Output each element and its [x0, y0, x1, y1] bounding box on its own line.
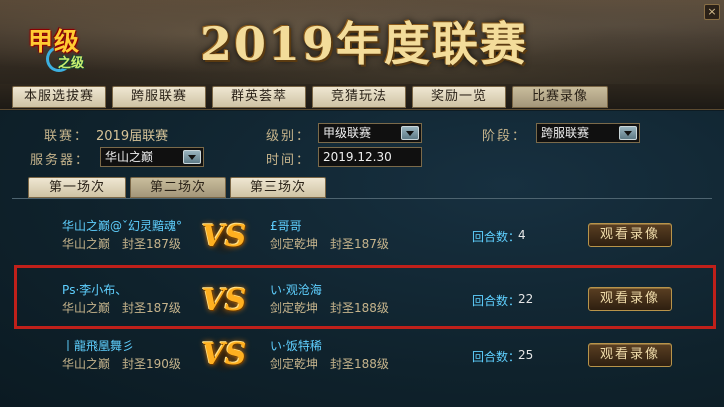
vs-text: VS	[201, 337, 247, 372]
league-value: 2019届联赛	[96, 129, 169, 144]
left-player-server: 华山之巅	[62, 301, 111, 315]
stage-select[interactable]: 跨服联赛	[536, 123, 640, 143]
server-select[interactable]: 华山之巅	[100, 147, 204, 167]
tab-round-2[interactable]: 第二场次	[130, 177, 226, 198]
tab-cross-server-league[interactable]: 跨服联赛	[112, 86, 206, 108]
left-player-level: 封圣187级	[122, 301, 181, 315]
chevron-down-icon[interactable]	[619, 126, 637, 140]
rounds-value: 4	[518, 228, 526, 242]
rounds-value: 22	[518, 292, 534, 306]
right-player-level: 封圣187级	[330, 237, 389, 251]
logo-sub-text: 之级	[58, 56, 85, 71]
tab-local-selection[interactable]: 本服选拔赛	[12, 86, 106, 108]
left-player-server: 华山之巅	[62, 237, 111, 251]
rounds-value: 25	[518, 348, 534, 362]
watch-replay-button[interactable]: 观看录像	[588, 223, 672, 247]
tab-betting[interactable]: 竞猜玩法	[312, 86, 406, 108]
rounds-label: 回合数：	[472, 230, 521, 244]
right-player-name: い·饭特稀	[270, 339, 322, 353]
watch-replay-button[interactable]: 观看录像	[588, 287, 672, 311]
right-player-server: 剑定乾坤	[270, 237, 319, 251]
right-player-server: 剑定乾坤	[270, 301, 319, 315]
vs-text: VS	[201, 219, 247, 254]
vs-text: VS	[201, 283, 247, 318]
left-player-name: Ρs·李小布、	[62, 283, 128, 297]
level-select[interactable]: 甲级联赛	[318, 123, 422, 143]
rounds-label: 回合数：	[472, 294, 521, 308]
right-player-name: £哥哥	[270, 219, 302, 233]
date-field[interactable]: 2019.12.30	[318, 147, 422, 167]
left-player-level: 封圣190级	[122, 357, 181, 371]
league-logo: 甲级 之级	[28, 22, 120, 72]
chevron-down-icon[interactable]	[183, 150, 201, 164]
right-player-level: 封圣188级	[330, 301, 389, 315]
stage-label: 阶段：	[482, 129, 528, 144]
server-select-value: 华山之巅	[105, 150, 154, 164]
match-row: 丨龍飛凰舞彡 华山之巅 封圣190级 VS い·饭特稀 剑定乾坤 封圣188级 …	[14, 331, 710, 391]
main-tab-bar: 本服选拔赛 跨服联赛 群英荟萃 竞猜玩法 奖励一览 比赛录像	[0, 84, 724, 110]
close-button[interactable]: ×	[704, 4, 720, 20]
match-row: 华山之巅@ˇ幻灵黯魂° 华山之巅 封圣187级 VS £哥哥 剑定乾坤 封圣18…	[14, 203, 710, 263]
tab-match-replays[interactable]: 比赛录像	[512, 86, 608, 108]
tab-round-1[interactable]: 第一场次	[28, 177, 126, 198]
chevron-down-icon[interactable]	[401, 126, 419, 140]
tab-heroes-gathering[interactable]: 群英荟萃	[212, 86, 306, 108]
league-label: 联赛：	[44, 129, 90, 144]
right-player-server: 剑定乾坤	[270, 357, 319, 371]
right-player-name: い·观沧海	[270, 283, 322, 297]
time-label: 时间：	[266, 153, 312, 168]
tab-rewards[interactable]: 奖励一览	[412, 86, 506, 108]
right-player-level: 封圣188级	[330, 357, 389, 371]
left-player-server: 华山之巅	[62, 357, 111, 371]
match-row: Ρs·李小布、 华山之巅 封圣187级 VS い·观沧海 剑定乾坤 封圣188级…	[14, 267, 710, 327]
stage-select-value: 跨服联赛	[541, 126, 590, 140]
left-player-name: 华山之巅@ˇ幻灵黯魂°	[62, 219, 183, 233]
rounds-label: 回合数：	[472, 350, 521, 364]
level-label: 级别：	[266, 129, 312, 144]
watch-replay-button[interactable]: 观看录像	[588, 343, 672, 367]
page-title: 2019年度联赛	[200, 17, 529, 71]
server-label: 服务器：	[30, 153, 91, 168]
tab-round-3[interactable]: 第三场次	[230, 177, 326, 198]
level-select-value: 甲级联赛	[323, 126, 372, 140]
left-player-level: 封圣187级	[122, 237, 181, 251]
vs-icon: VS	[200, 217, 248, 257]
vs-icon: VS	[200, 281, 248, 321]
left-player-name: 丨龍飛凰舞彡	[62, 339, 135, 353]
content-panel: 联赛： 2019届联赛 服务器： 华山之巅 级别： 甲级联赛 时间： 2019.…	[0, 111, 724, 407]
banner: 甲级 之级 2019年度联赛 ×	[0, 0, 724, 84]
vs-icon: VS	[200, 335, 248, 375]
